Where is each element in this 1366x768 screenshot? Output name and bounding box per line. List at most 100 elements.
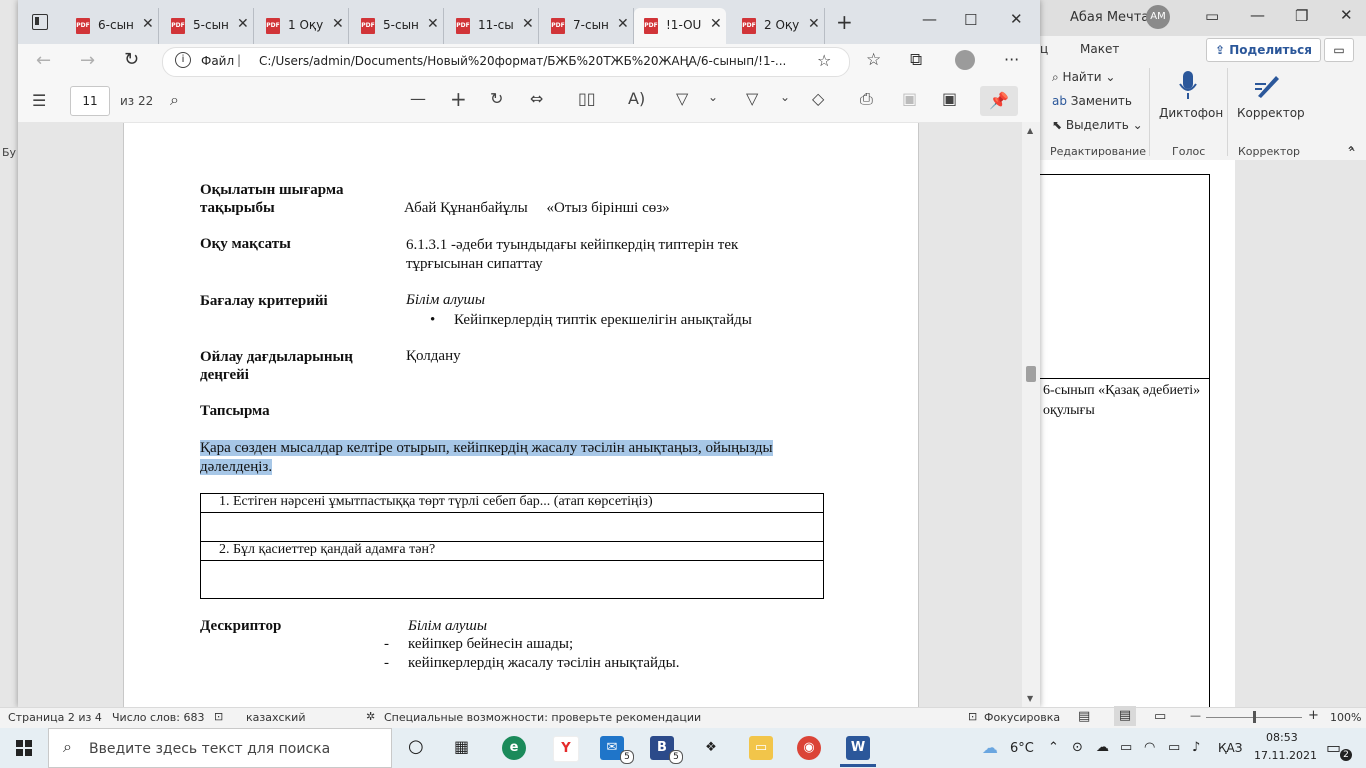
- editor-pen-icon[interactable]: [1252, 70, 1282, 100]
- tray-onedrive-icon[interactable]: ▭: [1120, 740, 1132, 755]
- display-icon[interactable]: ▭: [1168, 740, 1180, 755]
- volume-icon[interactable]: ♪: [1192, 740, 1200, 755]
- close-icon[interactable]: ✕: [522, 16, 534, 32]
- close-icon[interactable]: ✕: [808, 16, 820, 32]
- edge-minimize-icon[interactable]: —: [922, 10, 937, 28]
- dropbox-taskbar-icon[interactable]: ❖: [699, 736, 723, 760]
- chrome-taskbar-icon[interactable]: ◉: [797, 736, 821, 760]
- editor-button[interactable]: Корректор: [1237, 106, 1305, 120]
- replace-command[interactable]: ab Заменить: [1052, 94, 1132, 108]
- add-favorite-icon[interactable]: ☆: [817, 51, 831, 70]
- pin-toolbar-icon[interactable]: 📌: [980, 86, 1018, 116]
- zoom-out-status-icon[interactable]: —: [1190, 709, 1201, 722]
- status-page[interactable]: Страница 2 из 4: [8, 711, 102, 724]
- page-view-icon[interactable]: ▯▯: [578, 89, 596, 108]
- zoom-slider-thumb[interactable]: [1253, 711, 1256, 723]
- tray-chevron-icon[interactable]: ⌃: [1048, 740, 1059, 755]
- wifi-icon[interactable]: ◠: [1144, 740, 1155, 755]
- web-layout-icon[interactable]: ▭: [1154, 709, 1166, 724]
- browser-tab[interactable]: PDF 6-сын ✕: [66, 8, 159, 44]
- notifications-icon[interactable]: ▭: [1326, 738, 1341, 757]
- scroll-down-icon[interactable]: ▼: [1027, 694, 1033, 703]
- dictate-button[interactable]: Диктофон: [1159, 106, 1223, 120]
- word-restore-icon[interactable]: ❐: [1295, 7, 1308, 25]
- browser-tab[interactable]: PDF 5-сын ✕: [351, 8, 444, 44]
- weather-temp[interactable]: 6°C: [1010, 741, 1034, 756]
- zoom-in-status-icon[interactable]: +: [1308, 708, 1319, 723]
- windows-start-icon[interactable]: [16, 740, 32, 756]
- close-icon[interactable]: ✕: [617, 16, 629, 32]
- status-language[interactable]: казахский: [246, 711, 305, 724]
- close-icon[interactable]: ✕: [332, 16, 344, 32]
- tray-cloud-icon[interactable]: ☁: [1096, 740, 1109, 755]
- file-explorer-taskbar-icon[interactable]: ▭: [749, 736, 773, 760]
- save-as-icon[interactable]: ▣: [942, 89, 957, 108]
- close-icon[interactable]: ✕: [142, 16, 154, 32]
- find-command[interactable]: ⌕ Найти ⌄: [1052, 70, 1115, 85]
- more-icon[interactable]: ···: [1004, 50, 1019, 69]
- tray-app-icon[interactable]: ⊙: [1072, 740, 1083, 755]
- browser-tab[interactable]: PDF 2 Оқу ✕: [732, 8, 825, 44]
- highlight-icon[interactable]: ▽: [746, 89, 758, 108]
- browser-tab[interactable]: PDF 5-сын ✕: [161, 8, 254, 44]
- close-icon[interactable]: ✕: [427, 16, 439, 32]
- browser-tab[interactable]: PDF 11-сы ✕: [446, 8, 539, 44]
- contents-icon[interactable]: ☰: [32, 91, 46, 110]
- zoom-in-icon[interactable]: +: [450, 87, 467, 111]
- forward-icon[interactable]: →: [80, 50, 95, 71]
- word-taskbar-icon[interactable]: W: [846, 736, 870, 760]
- tab-cut[interactable]: ц: [1040, 42, 1048, 56]
- refresh-icon[interactable]: ↻: [124, 49, 139, 70]
- yandex-taskbar-icon[interactable]: Y: [553, 736, 579, 762]
- status-zoom[interactable]: 100%: [1330, 711, 1361, 724]
- share-button[interactable]: ⇪ Поделиться: [1206, 38, 1321, 62]
- close-icon[interactable]: ✕: [710, 16, 722, 32]
- edge-maximize-icon[interactable]: ☐: [964, 11, 977, 29]
- word-minimize-icon[interactable]: —: [1250, 6, 1265, 24]
- proofing-icon[interactable]: ⊡: [214, 710, 223, 723]
- search-icon[interactable]: ⌕: [170, 90, 179, 110]
- read-aloud-icon[interactable]: A): [628, 89, 645, 108]
- scroll-thumb[interactable]: [1026, 366, 1036, 382]
- tab-layout[interactable]: Макет: [1080, 42, 1119, 56]
- back-icon[interactable]: ←: [36, 50, 51, 71]
- task-view-icon[interactable]: ○: [408, 736, 424, 757]
- scroll-up-icon[interactable]: ▲: [1027, 126, 1033, 135]
- rotate-icon[interactable]: ↻: [490, 89, 503, 108]
- widgets-icon[interactable]: ▦: [454, 737, 469, 756]
- status-accessibility[interactable]: Специальные возможности: проверьте реком…: [384, 711, 701, 724]
- page-number-input[interactable]: 11: [70, 86, 110, 116]
- print-icon[interactable]: ⎙: [860, 89, 873, 109]
- edge-taskbar-icon[interactable]: e: [502, 736, 526, 760]
- browser-tab-active[interactable]: PDF !1-OU ✕: [634, 8, 726, 44]
- pdf-scrollbar[interactable]: ▲ ▼: [1022, 122, 1040, 707]
- browser-tab[interactable]: PDF 1 Оқу ✕: [256, 8, 349, 44]
- status-focus[interactable]: Фокусировка: [984, 711, 1060, 724]
- eraser-icon[interactable]: ◇: [812, 89, 824, 108]
- new-tab-icon[interactable]: +: [836, 10, 853, 34]
- favorites-icon[interactable]: ☆: [866, 50, 881, 70]
- profile-icon[interactable]: [955, 50, 975, 70]
- edge-close-icon[interactable]: ✕: [1010, 10, 1023, 28]
- select-command[interactable]: ⬉ Выделить ⌄: [1052, 118, 1143, 132]
- taskbar-search[interactable]: ⌕ Введите здесь текст для поиска: [48, 728, 392, 768]
- weather-icon[interactable]: ☁: [982, 738, 998, 757]
- user-avatar[interactable]: AM: [1146, 5, 1170, 29]
- clock-date[interactable]: 17.11.2021: [1254, 749, 1317, 762]
- address-url[interactable]: C:/Users/admin/Documents/Новый%20формат/…: [259, 54, 815, 68]
- print-layout-icon[interactable]: ▤: [1114, 706, 1136, 726]
- word-ribbon-display-icon[interactable]: ▭: [1205, 7, 1219, 25]
- input-language[interactable]: ҚАЗ: [1218, 741, 1242, 755]
- fit-page-icon[interactable]: ⇔: [530, 89, 543, 108]
- close-icon[interactable]: ✕: [237, 16, 249, 32]
- microphone-icon[interactable]: [1178, 70, 1198, 100]
- info-icon[interactable]: i: [175, 52, 191, 68]
- draw-icon[interactable]: ▽: [676, 89, 688, 108]
- chevron-down-icon[interactable]: ⌄: [708, 90, 718, 104]
- word-scroll-up-icon[interactable]: ⌃: [1347, 146, 1357, 160]
- save-icon[interactable]: ▣: [902, 89, 917, 108]
- tab-actions-icon[interactable]: [32, 14, 48, 30]
- comments-icon[interactable]: ▭: [1324, 38, 1354, 62]
- chevron-down-icon[interactable]: ⌄: [780, 90, 790, 104]
- read-mode-icon[interactable]: ▤: [1078, 709, 1090, 724]
